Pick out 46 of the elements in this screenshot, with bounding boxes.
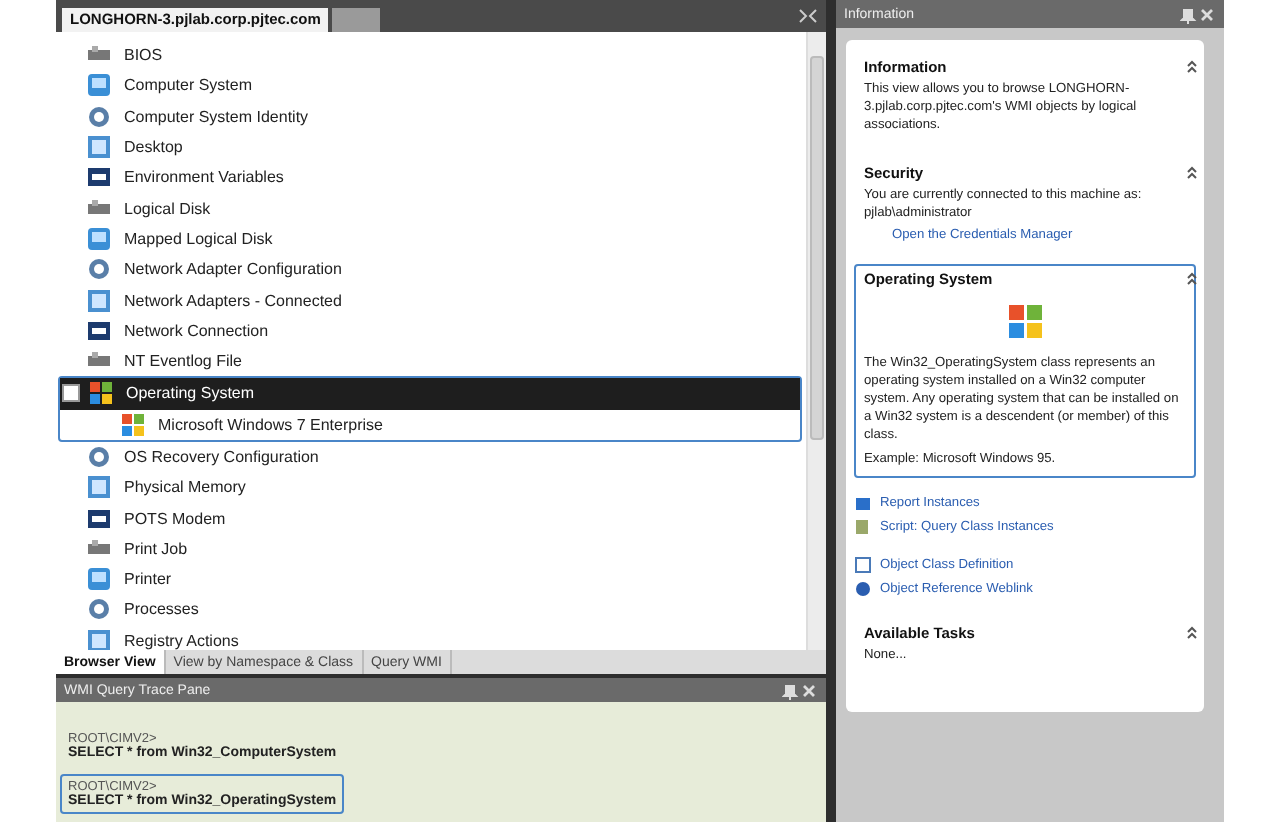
class-icon (86, 287, 112, 314)
collapse-chevron-icon[interactable] (1186, 625, 1198, 640)
class-icon (86, 627, 112, 650)
tree-item[interactable]: Computer System (62, 70, 806, 102)
tree-item[interactable]: Mapped Logical Disk (62, 223, 806, 255)
pane-arrows-icon (798, 8, 818, 24)
class-icon (86, 566, 112, 593)
collapse-icon[interactable] (62, 384, 80, 403)
tree-item[interactable]: Registry Actions (62, 625, 806, 650)
tree-item[interactable]: Operating System (60, 378, 800, 410)
tree-item[interactable]: Processes (62, 594, 806, 626)
class-icon (86, 256, 112, 283)
class-icon (86, 596, 112, 623)
tree-item[interactable]: Physical Memory (62, 472, 806, 503)
collapse-chevron-icon[interactable] (1186, 165, 1198, 180)
windows-logo-icon (120, 411, 146, 438)
tree-item[interactable]: Computer System Identity (62, 101, 806, 132)
class-icon (86, 505, 112, 532)
tree-item[interactable]: Logical Disk (62, 192, 806, 224)
scrollbar[interactable] (806, 32, 826, 650)
class-icon (86, 317, 112, 344)
class-icon (86, 474, 112, 501)
class-icon (86, 103, 112, 130)
collapse-chevron-icon[interactable] (1186, 272, 1198, 287)
tree-item[interactable]: Environment Variables (62, 162, 806, 193)
pin-close-icons (782, 681, 818, 699)
tree-item[interactable]: Desktop (62, 131, 806, 163)
class-icon (86, 72, 112, 99)
class-icon (86, 134, 112, 161)
tree-item[interactable]: Network Adapters - Connected (62, 284, 806, 316)
collapse-chevron-icon[interactable] (1186, 60, 1198, 74)
tree-item[interactable]: POTS Modem (62, 502, 806, 534)
tree-item[interactable]: OS Recovery Configuration (62, 441, 806, 473)
class-icon (86, 164, 112, 191)
tree-item[interactable]: Network Connection (62, 315, 806, 346)
tree-item[interactable]: BIOS (62, 40, 806, 71)
tree-item[interactable]: Microsoft Windows 7 Enterprise (60, 409, 800, 440)
windows-logo-icon (88, 380, 114, 407)
class-icon (86, 225, 112, 252)
tree-item[interactable]: Printer (62, 564, 806, 595)
windows-logo-icon (1005, 302, 1045, 343)
tree-item[interactable]: Network Adapter Configuration (62, 254, 806, 285)
pin-close-icons (1180, 5, 1216, 23)
tree-item[interactable]: NT Eventlog File (62, 345, 806, 377)
tree-item[interactable]: Print Job (62, 533, 806, 565)
class-icon (86, 444, 112, 470)
